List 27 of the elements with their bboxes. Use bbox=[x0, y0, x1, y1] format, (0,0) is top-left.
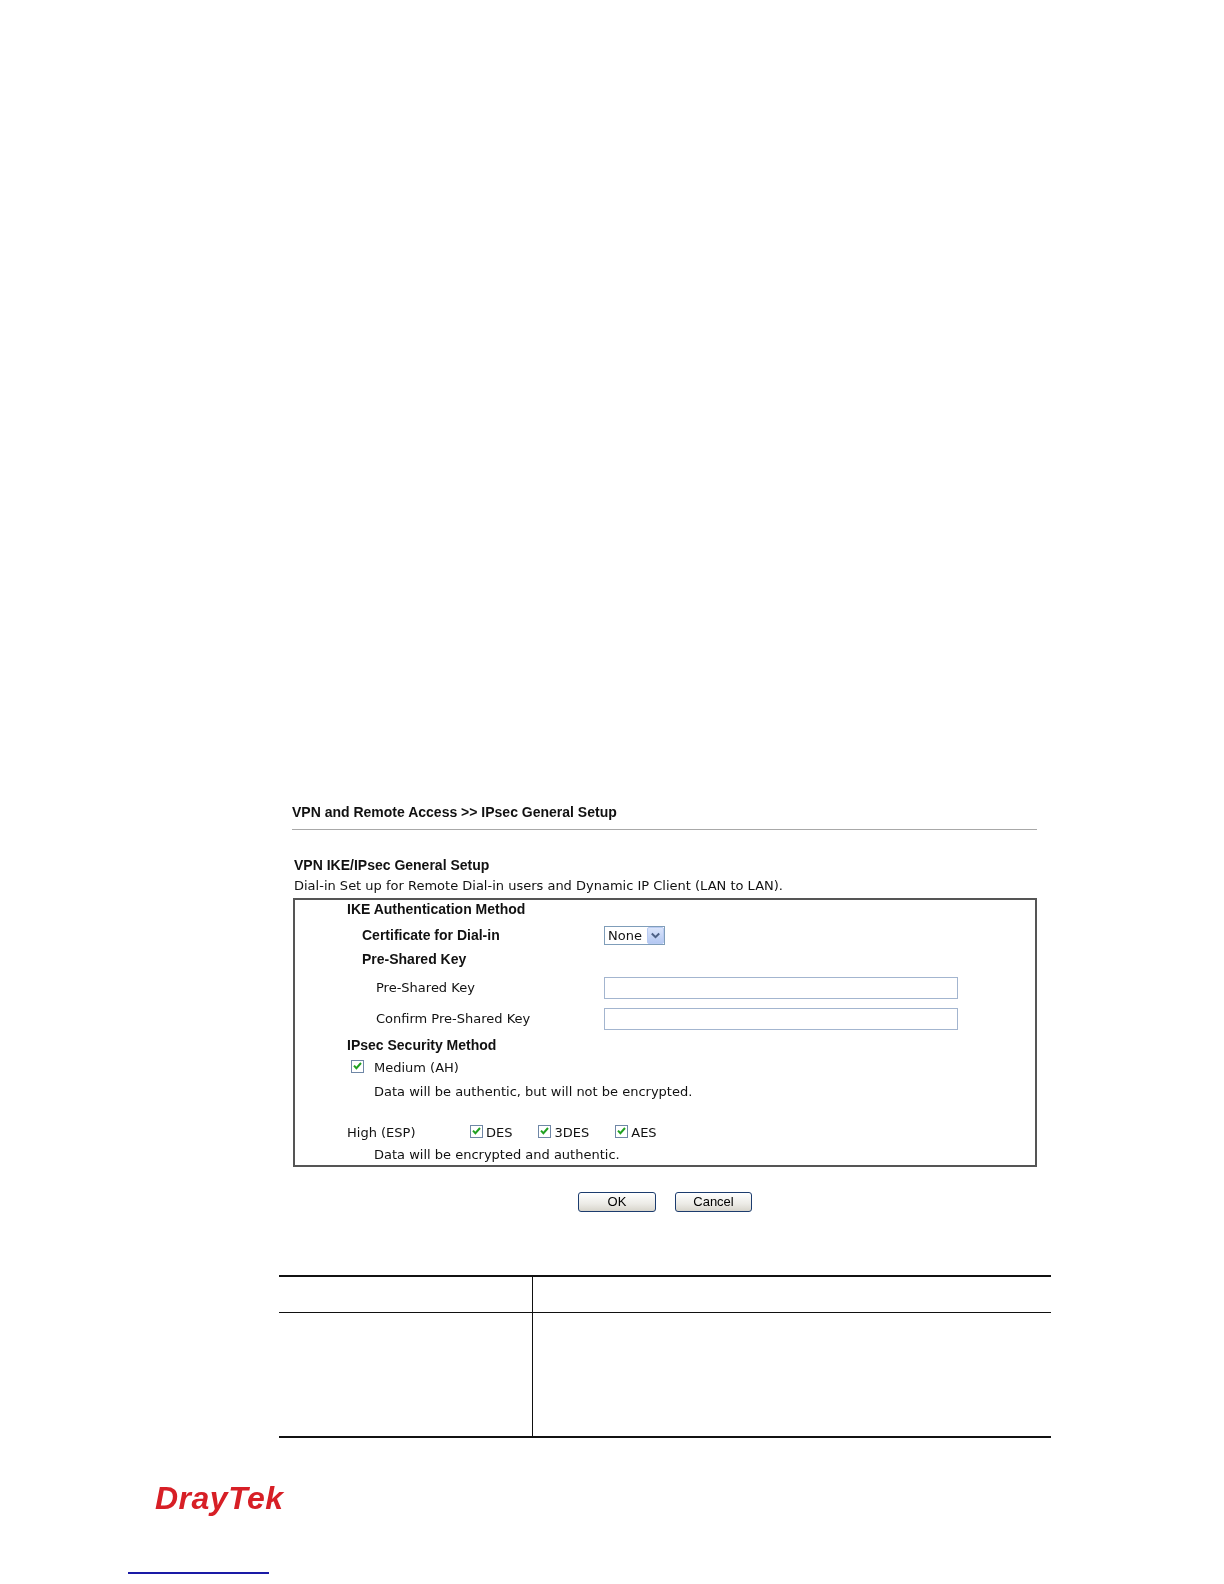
logo: DrayTek bbox=[155, 1480, 284, 1516]
option-label: DES bbox=[486, 1125, 513, 1141]
page-title: VPN and Remote Access >> IPsec General Setup bbox=[292, 804, 617, 821]
certificate-select[interactable]: None bbox=[604, 926, 665, 945]
section-title: VPN IKE/IPsec General Setup bbox=[294, 857, 490, 874]
option-label: Medium (AH) bbox=[374, 1060, 459, 1076]
option-label: High (ESP) bbox=[347, 1125, 416, 1141]
group-heading: IKE Authentication Method bbox=[347, 901, 526, 918]
option-label: AES bbox=[631, 1125, 657, 1141]
key-input-field[interactable] bbox=[604, 977, 958, 999]
checkbox[interactable] bbox=[351, 1060, 364, 1073]
group-heading: Pre-Shared Key bbox=[362, 951, 467, 968]
section-description: Dial-in Set up for Remote Dial-in users and Dynamic IP Client (LAN to LAN). bbox=[294, 878, 783, 894]
cancel-button[interactable]: Cancel bbox=[675, 1192, 752, 1212]
group-heading: IPsec Security Method bbox=[347, 1037, 497, 1054]
field-label: Certificate for Dial-in bbox=[362, 927, 500, 944]
ok-button[interactable]: OK bbox=[578, 1192, 656, 1212]
option-note: Data will be encrypted and authentic. bbox=[374, 1147, 620, 1163]
checkbox[interactable] bbox=[470, 1125, 483, 1138]
confirm-key-input-field[interactable] bbox=[604, 1008, 958, 1030]
field-label: Pre-Shared Key bbox=[376, 980, 475, 996]
option-note: Data will be authentic, but will not be encrypted. bbox=[374, 1084, 693, 1100]
checkbox[interactable] bbox=[538, 1125, 552, 1138]
chevron-down-icon bbox=[647, 927, 664, 944]
field-label: Confirm Pre-Shared Key bbox=[376, 1011, 531, 1027]
checkbox[interactable] bbox=[615, 1125, 629, 1138]
option-label: 3DES bbox=[554, 1125, 590, 1141]
